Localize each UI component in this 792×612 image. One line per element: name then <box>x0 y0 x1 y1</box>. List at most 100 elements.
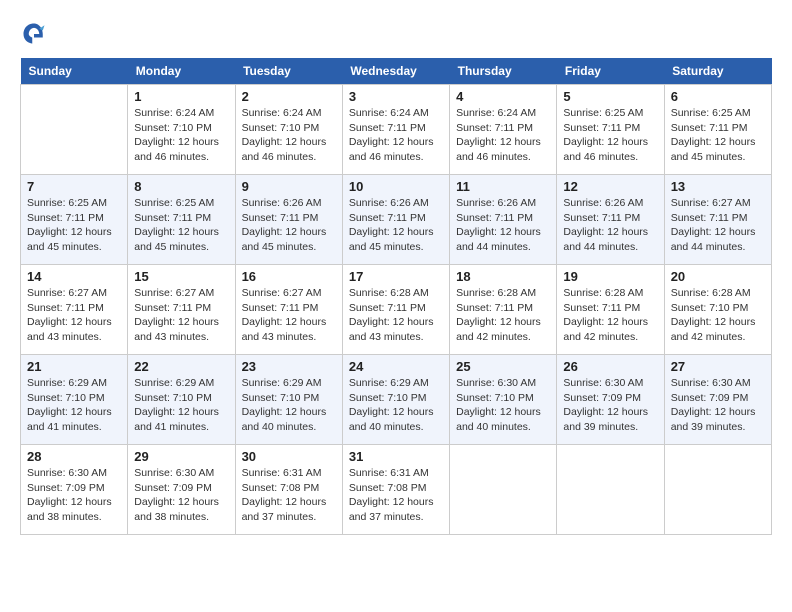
calendar-cell: 25Sunrise: 6:30 AM Sunset: 7:10 PM Dayli… <box>450 355 557 445</box>
day-number: 31 <box>349 449 443 464</box>
day-number: 16 <box>242 269 336 284</box>
day-number: 26 <box>563 359 657 374</box>
cell-content: Sunrise: 6:26 AM Sunset: 7:11 PM Dayligh… <box>242 196 336 255</box>
day-number: 3 <box>349 89 443 104</box>
calendar-cell: 29 Sunrise: 6:30 AM Sunset: 7:09 PM Dayli… <box>128 445 235 535</box>
day-number: 22 <box>134 359 228 374</box>
day-number: 29 <box>134 449 228 464</box>
calendar-cell: 17 Sunrise: 6:28 AM Sunset: 7:11 PM Dayli… <box>342 265 449 355</box>
day-number: 6 <box>671 89 765 104</box>
calendar-table: SundayMondayTuesdayWednesdayThursdayFrid… <box>20 58 772 535</box>
logo-icon <box>20 20 48 48</box>
cell-content: Sunrise: 6:30 AM Sunset: 7:09 PM Dayligh… <box>27 466 121 525</box>
calendar-cell: 23Sunrise: 6:29 AM Sunset: 7:10 PM Dayli… <box>235 355 342 445</box>
cell-content: Sunrise: 6:26 AM Sunset: 7:11 PM Dayligh… <box>456 196 550 255</box>
cell-content: Sunrise: 6:25 AM Sunset: 7:11 PM Dayligh… <box>134 196 228 255</box>
cell-content: Sunrise: 6:24 AM Sunset: 7:10 PM Dayligh… <box>242 106 336 165</box>
day-number: 17 <box>349 269 443 284</box>
calendar-week-3: 14 Sunrise: 6:27 AM Sunset: 7:11 PM Dayli… <box>21 265 772 355</box>
calendar-cell: 4Sunrise: 6:24 AM Sunset: 7:11 PM Daylig… <box>450 85 557 175</box>
day-number: 9 <box>242 179 336 194</box>
day-number: 2 <box>242 89 336 104</box>
cell-content: Sunrise: 6:30 AM Sunset: 7:09 PM Dayligh… <box>134 466 228 525</box>
logo <box>20 20 52 48</box>
cell-content: Sunrise: 6:27 AM Sunset: 7:11 PM Dayligh… <box>671 196 765 255</box>
cell-content: Sunrise: 6:28 AM Sunset: 7:11 PM Dayligh… <box>563 286 657 345</box>
calendar-cell: 3 Sunrise: 6:24 AM Sunset: 7:11 PM Daylig… <box>342 85 449 175</box>
cell-content: Sunrise: 6:29 AM Sunset: 7:10 PM Dayligh… <box>134 376 228 435</box>
calendar-cell: 24 Sunrise: 6:29 AM Sunset: 7:10 PM Dayli… <box>342 355 449 445</box>
day-number: 20 <box>671 269 765 284</box>
calendar-header: SundayMondayTuesdayWednesdayThursdayFrid… <box>21 58 772 85</box>
cell-content: Sunrise: 6:30 AM Sunset: 7:09 PM Dayligh… <box>563 376 657 435</box>
calendar-cell: 28 Sunrise: 6:30 AM Sunset: 7:09 PM Dayli… <box>21 445 128 535</box>
calendar-week-2: 7 Sunrise: 6:25 AM Sunset: 7:11 PM Daylig… <box>21 175 772 265</box>
cell-content: Sunrise: 6:29 AM Sunset: 7:10 PM Dayligh… <box>349 376 443 435</box>
day-number: 19 <box>563 269 657 284</box>
cell-content: Sunrise: 6:29 AM Sunset: 7:10 PM Dayligh… <box>242 376 336 435</box>
calendar-cell: 2 Sunrise: 6:24 AM Sunset: 7:10 PM Daylig… <box>235 85 342 175</box>
day-number: 11 <box>456 179 550 194</box>
calendar-body: 1 Sunrise: 6:24 AM Sunset: 7:10 PM Daylig… <box>21 85 772 535</box>
calendar-cell: 11 Sunrise: 6:26 AM Sunset: 7:11 PM Dayli… <box>450 175 557 265</box>
calendar-cell <box>450 445 557 535</box>
cell-content: Sunrise: 6:30 AM Sunset: 7:09 PM Dayligh… <box>671 376 765 435</box>
calendar-cell: 9 Sunrise: 6:26 AM Sunset: 7:11 PM Daylig… <box>235 175 342 265</box>
day-number: 4 <box>456 89 550 104</box>
day-number: 10 <box>349 179 443 194</box>
calendar-cell: 16 Sunrise: 6:27 AM Sunset: 7:11 PM Dayli… <box>235 265 342 355</box>
day-number: 1 <box>134 89 228 104</box>
calendar-cell: 6 Sunrise: 6:25 AM Sunset: 7:11 PM Daylig… <box>664 85 771 175</box>
day-number: 18 <box>456 269 550 284</box>
header <box>20 20 772 48</box>
calendar-cell <box>557 445 664 535</box>
cell-content: Sunrise: 6:28 AM Sunset: 7:11 PM Dayligh… <box>349 286 443 345</box>
calendar-cell: 13 Sunrise: 6:27 AM Sunset: 7:11 PM Dayli… <box>664 175 771 265</box>
calendar-cell: 14 Sunrise: 6:27 AM Sunset: 7:11 PM Dayli… <box>21 265 128 355</box>
cell-content: Sunrise: 6:25 AM Sunset: 7:11 PM Dayligh… <box>563 106 657 165</box>
cell-content: Sunrise: 6:27 AM Sunset: 7:11 PM Dayligh… <box>27 286 121 345</box>
day-number: 14 <box>27 269 121 284</box>
cell-content: Sunrise: 6:26 AM Sunset: 7:11 PM Dayligh… <box>563 196 657 255</box>
calendar-cell: 31Sunrise: 6:31 AM Sunset: 7:08 PM Dayli… <box>342 445 449 535</box>
calendar-cell: 12 Sunrise: 6:26 AM Sunset: 7:11 PM Dayli… <box>557 175 664 265</box>
calendar-cell: 27 Sunrise: 6:30 AM Sunset: 7:09 PM Dayli… <box>664 355 771 445</box>
cell-content: Sunrise: 6:25 AM Sunset: 7:11 PM Dayligh… <box>671 106 765 165</box>
weekday-header-friday: Friday <box>557 58 664 85</box>
cell-content: Sunrise: 6:26 AM Sunset: 7:11 PM Dayligh… <box>349 196 443 255</box>
day-number: 24 <box>349 359 443 374</box>
calendar-cell: 20Sunrise: 6:28 AM Sunset: 7:10 PM Dayli… <box>664 265 771 355</box>
day-number: 8 <box>134 179 228 194</box>
cell-content: Sunrise: 6:27 AM Sunset: 7:11 PM Dayligh… <box>242 286 336 345</box>
day-number: 13 <box>671 179 765 194</box>
weekday-header-wednesday: Wednesday <box>342 58 449 85</box>
cell-content: Sunrise: 6:24 AM Sunset: 7:11 PM Dayligh… <box>349 106 443 165</box>
calendar-cell <box>664 445 771 535</box>
day-number: 12 <box>563 179 657 194</box>
calendar-cell: 7Sunrise: 6:25 AM Sunset: 7:11 PM Daylig… <box>21 175 128 265</box>
cell-content: Sunrise: 6:27 AM Sunset: 7:11 PM Dayligh… <box>134 286 228 345</box>
calendar-cell: 21Sunrise: 6:29 AM Sunset: 7:10 PM Dayli… <box>21 355 128 445</box>
cell-content: Sunrise: 6:24 AM Sunset: 7:10 PM Dayligh… <box>134 106 228 165</box>
weekday-header-sunday: Sunday <box>21 58 128 85</box>
calendar-cell: 1 Sunrise: 6:24 AM Sunset: 7:10 PM Daylig… <box>128 85 235 175</box>
day-number: 30 <box>242 449 336 464</box>
calendar-week-5: 28 Sunrise: 6:30 AM Sunset: 7:09 PM Dayli… <box>21 445 772 535</box>
calendar-cell: 8 Sunrise: 6:25 AM Sunset: 7:11 PM Daylig… <box>128 175 235 265</box>
weekday-header-saturday: Saturday <box>664 58 771 85</box>
calendar-cell: 18 Sunrise: 6:28 AM Sunset: 7:11 PM Dayli… <box>450 265 557 355</box>
day-number: 28 <box>27 449 121 464</box>
cell-content: Sunrise: 6:28 AM Sunset: 7:11 PM Dayligh… <box>456 286 550 345</box>
cell-content: Sunrise: 6:31 AM Sunset: 7:08 PM Dayligh… <box>242 466 336 525</box>
weekday-header-thursday: Thursday <box>450 58 557 85</box>
calendar-cell: 10 Sunrise: 6:26 AM Sunset: 7:11 PM Dayli… <box>342 175 449 265</box>
day-number: 7 <box>27 179 121 194</box>
cell-content: Sunrise: 6:30 AM Sunset: 7:10 PM Dayligh… <box>456 376 550 435</box>
day-number: 5 <box>563 89 657 104</box>
calendar-cell: 5 Sunrise: 6:25 AM Sunset: 7:11 PM Daylig… <box>557 85 664 175</box>
calendar-cell: 19 Sunrise: 6:28 AM Sunset: 7:11 PM Dayli… <box>557 265 664 355</box>
day-number: 27 <box>671 359 765 374</box>
day-number: 15 <box>134 269 228 284</box>
weekday-header-row: SundayMondayTuesdayWednesdayThursdayFrid… <box>21 58 772 85</box>
calendar-cell <box>21 85 128 175</box>
